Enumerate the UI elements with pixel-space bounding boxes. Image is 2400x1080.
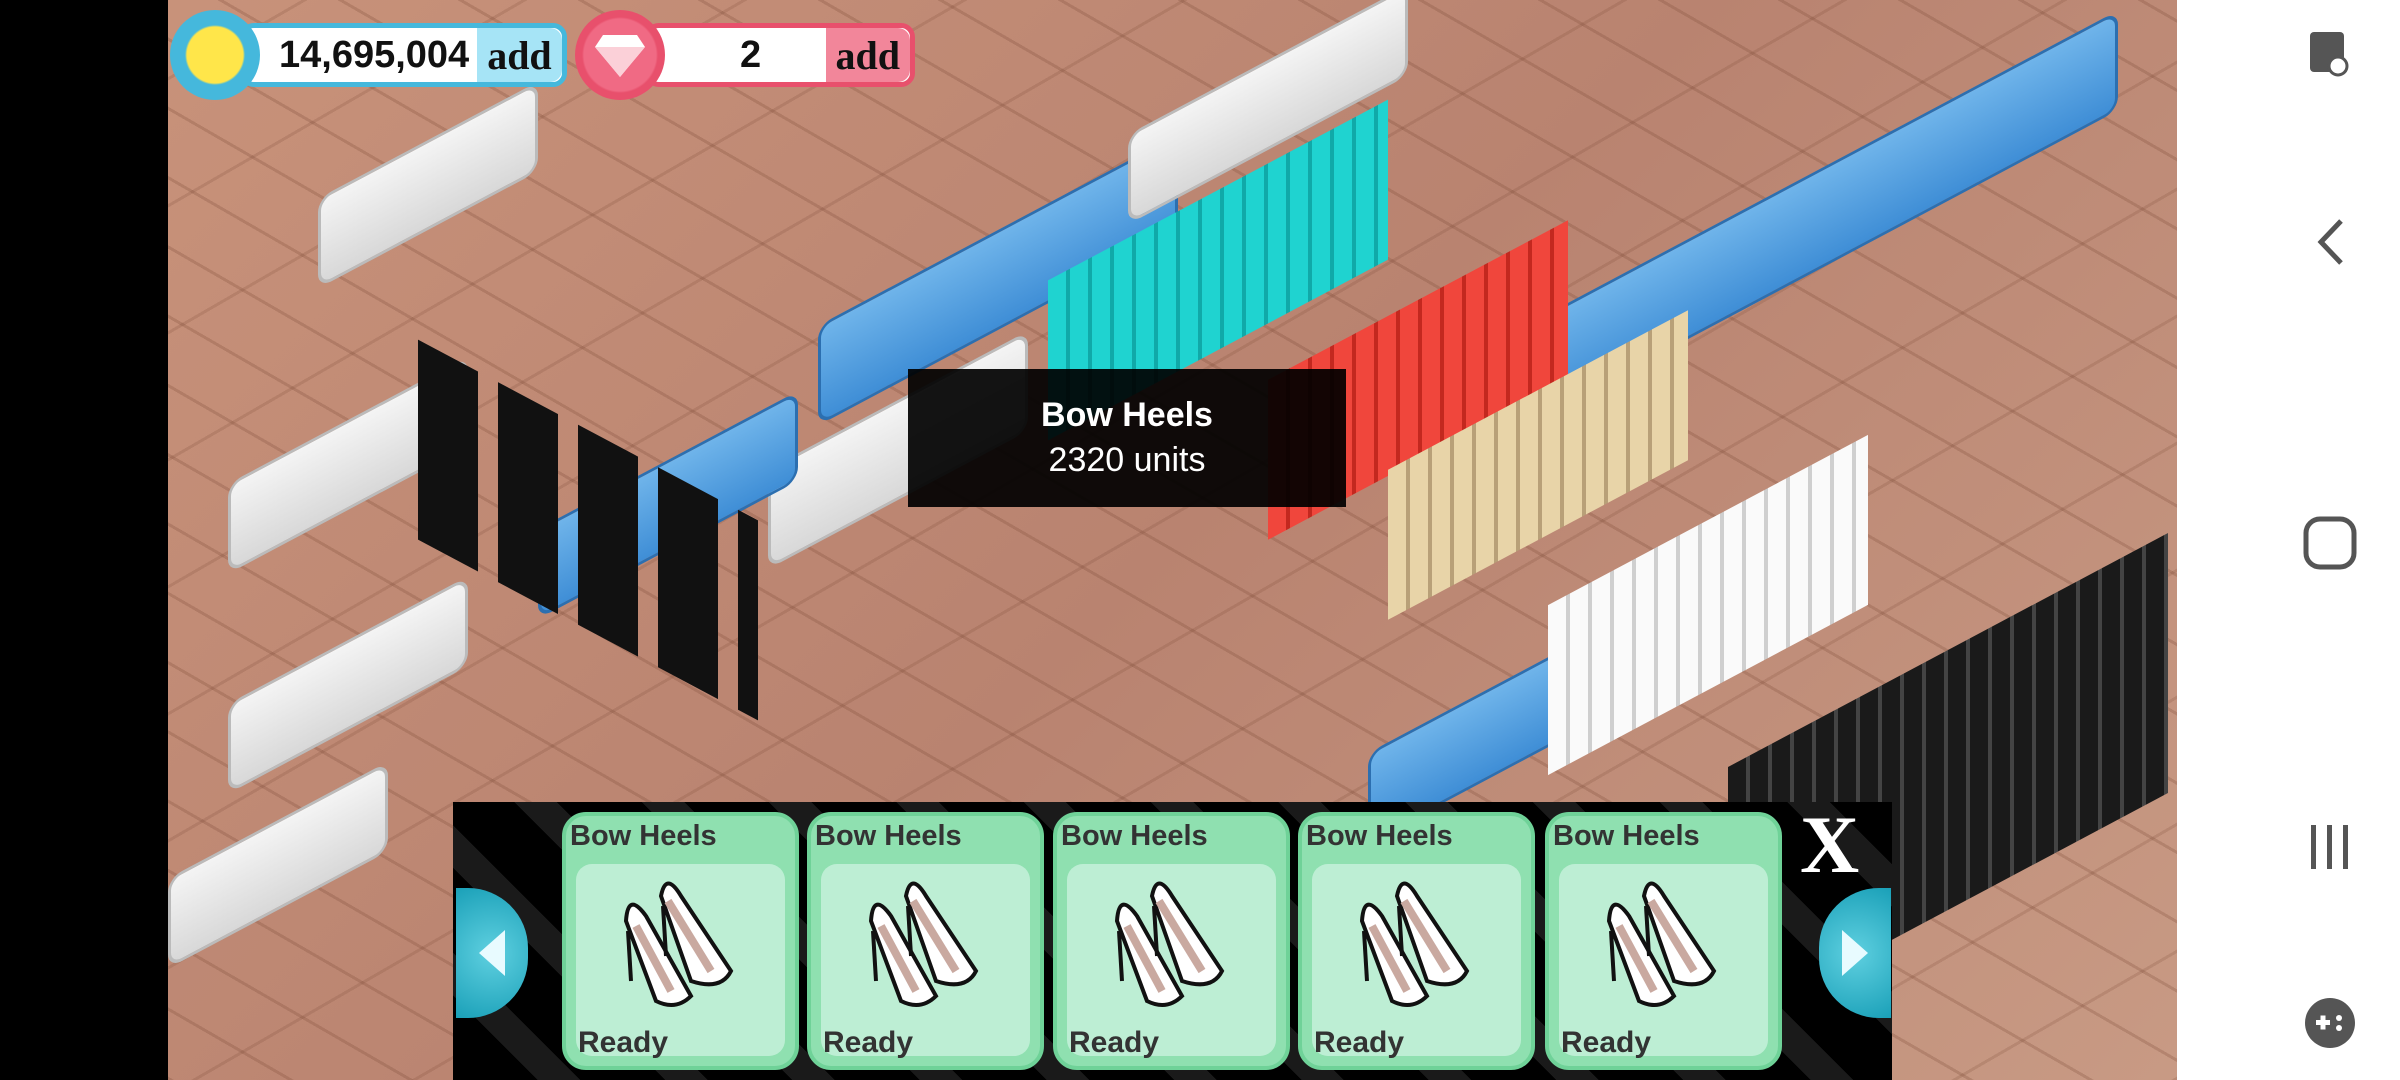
card-item-name: Bow Heels xyxy=(1306,820,1453,852)
card-status: Ready xyxy=(823,1026,914,1059)
arrow-left-icon xyxy=(479,930,505,976)
tooltip-units: 2320 units xyxy=(1048,441,1206,479)
bow-heels-icon xyxy=(1359,881,1470,1007)
scroll-right-button[interactable] xyxy=(1819,888,1891,1018)
arrow-right-icon xyxy=(1842,930,1868,976)
card-item-name: Bow Heels xyxy=(815,820,962,852)
tooltip-item-name: Bow Heels xyxy=(1041,396,1213,434)
table[interactable] xyxy=(168,761,388,969)
bow-heels-icon xyxy=(1114,881,1225,1007)
stock-tray: X Bow Heels Ready Bow Heels Ready Bow He… xyxy=(453,802,1892,1080)
system-nav-bar xyxy=(2177,0,2400,1080)
black-bags-display[interactable] xyxy=(418,339,758,721)
bow-heels-icon xyxy=(868,881,979,1007)
back-icon[interactable] xyxy=(2300,212,2360,272)
item-tooltip: Bow Heels 2320 units xyxy=(908,369,1346,507)
stock-card[interactable]: Bow Heels Ready xyxy=(1298,812,1535,1070)
close-button[interactable]: X xyxy=(1800,804,1859,886)
gem-counter: 2 add xyxy=(575,10,915,100)
recents-icon[interactable] xyxy=(2300,817,2360,877)
bow-heels-icon xyxy=(623,881,734,1007)
stock-card[interactable]: Bow Heels Ready xyxy=(562,812,799,1070)
stock-card[interactable]: Bow Heels Ready xyxy=(807,812,1044,1070)
table[interactable] xyxy=(228,576,468,794)
stock-card[interactable]: Bow Heels Ready xyxy=(1545,812,1782,1070)
home-icon[interactable] xyxy=(2300,513,2360,573)
coin-counter: 14,695,004 add xyxy=(170,10,567,100)
game-tools-icon[interactable] xyxy=(2300,993,2360,1053)
card-item-name: Bow Heels xyxy=(1061,820,1208,852)
card-item-name: Bow Heels xyxy=(1553,820,1700,852)
table[interactable] xyxy=(318,81,538,289)
coin-icon xyxy=(170,10,260,100)
add-coins-button[interactable]: add xyxy=(477,28,562,82)
card-item-name: Bow Heels xyxy=(570,820,717,852)
card-status: Ready xyxy=(1561,1026,1652,1059)
gem-amount: 2 xyxy=(740,33,762,76)
bow-heels-icon xyxy=(1606,881,1717,1007)
stock-card[interactable]: Bow Heels Ready xyxy=(1053,812,1290,1070)
add-gems-button[interactable]: add xyxy=(825,28,910,82)
card-status: Ready xyxy=(1314,1026,1405,1059)
card-status: Ready xyxy=(578,1026,669,1059)
scroll-left-button[interactable] xyxy=(456,888,528,1018)
card-status: Ready xyxy=(1069,1026,1160,1059)
gem-icon xyxy=(575,10,665,100)
touch-lock-icon[interactable] xyxy=(2300,24,2360,84)
coin-amount: 14,695,004 xyxy=(279,33,470,76)
